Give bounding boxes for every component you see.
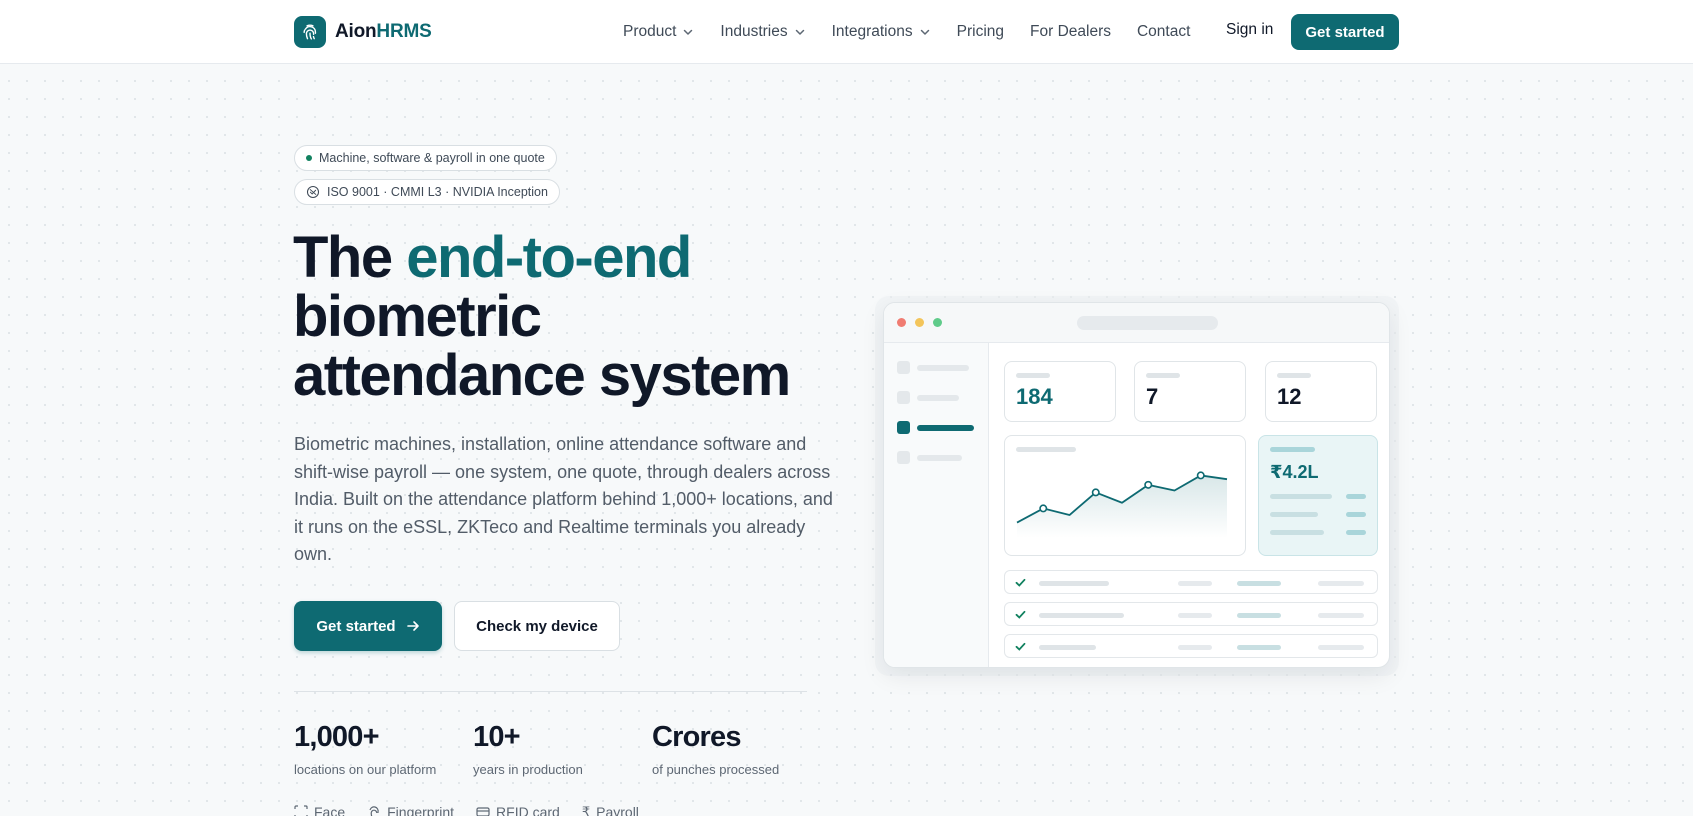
metric-card: 7 [1134,361,1246,422]
face-scan-icon [294,805,308,816]
check-icon [1015,642,1026,651]
metric-value: 12 [1277,384,1302,409]
maximize-dot-icon [933,318,942,327]
stat-value: 1,000+ [294,721,380,753]
nav-item-product[interactable]: Product [623,21,694,43]
stat-value: 10+ [473,721,521,753]
sidebar-item [897,391,959,404]
close-dot-icon [897,318,906,327]
brand-name: AionHRMS [335,21,432,42]
fingerprint-icon [369,806,379,816]
pill-text: Machine, software & payroll in one quote [319,151,545,165]
sign-in-link[interactable]: Sign in [1226,21,1273,39]
button-label: Get started [316,617,396,635]
metric-card: 12 [1265,361,1377,422]
chevron-down-icon [920,29,929,35]
address-bar [1077,316,1218,330]
nav-item-pricing[interactable]: Pricing [957,21,1004,43]
nav-label: Pricing [956,23,1005,40]
feature-face: Face [294,804,345,816]
trend-point [1039,504,1048,513]
nav-item-integrations[interactable]: Integrations [832,21,931,43]
payroll-total-card: ₹4.2L [1258,435,1378,556]
stat-value: Crores [652,721,741,753]
feature-rfid: RFID card [476,804,560,816]
nav-item-industries[interactable]: Industries [720,21,805,43]
fingerprint-logo-icon [294,16,326,48]
pill-text: ISO 9001 · CMMI L3 · NVIDIA Inception [327,185,548,199]
nav-label: For Dealers [1030,23,1111,40]
sidebar-item [897,451,962,464]
trend-point [1196,471,1205,480]
chevron-down-icon [684,29,693,35]
status-dot-icon [306,155,312,161]
chevron-down-icon [795,29,804,35]
arrow-right-icon [406,621,419,631]
dashboard-preview: 184 7 12 ₹4.2L [883,302,1390,668]
certification-pill: ISO 9001 · CMMI L3 · NVIDIA Inception [294,179,560,205]
check-my-device-button[interactable]: Check my device [454,601,620,651]
payroll-amount: ₹4.2L [1270,462,1319,482]
nav-item-contact[interactable]: Contact [1137,21,1190,43]
sidebar-item [897,361,969,374]
page-title: The end-to-end biometric attendance system [293,225,791,408]
attendance-row [1004,634,1378,658]
quote-pill: Machine, software & payroll in one quote [294,145,557,171]
stats-divider [294,691,807,692]
site-header: AionHRMS Product Industries Integrations… [0,0,1693,64]
stat-label: years in production [473,762,583,777]
minimize-dot-icon [915,318,924,327]
stat-years: 10+ years in production [473,720,583,777]
rupee-icon: ₹ [581,804,591,816]
attendance-row [1004,570,1378,594]
feature-payroll: ₹ Payroll [582,804,639,816]
nav-label: Integrations [831,23,913,40]
check-icon [1015,610,1026,619]
hero-description: Biometric machines, installation, online… [294,434,833,565]
nav-label: Industries [720,23,788,40]
attendance-row [1004,602,1378,626]
trend-chart-card [1004,435,1246,556]
metric-value: 184 [1016,384,1053,409]
preview-sidebar [884,343,989,667]
feature-fingerprint: Fingerprint [367,804,454,816]
stat-label: of punches processed [652,762,780,777]
get-started-button[interactable]: Get started [294,601,442,651]
metric-card: 184 [1004,361,1116,422]
trend-point [1091,488,1100,497]
brand-logo[interactable]: AionHRMS [294,16,432,48]
rfid-card-icon [476,807,490,816]
nav-label: Contact [1136,23,1191,40]
check-icon [1015,578,1026,587]
trend-chart [1016,471,1228,538]
metric-value: 7 [1146,384,1159,409]
stat-label: locations on our platform [294,762,437,777]
trend-point [1144,480,1153,489]
get-started-header-button[interactable]: Get started [1291,14,1399,50]
badge-check-icon [306,185,320,199]
main-nav: Product Industries Integrations Pricing … [623,21,1216,43]
window-titlebar [884,303,1389,343]
stat-locations: 1,000+ locations on our platform [294,720,436,777]
nav-label: Product [623,23,677,40]
feature-list: Face Fingerprint RFID card ₹ Payroll [294,804,639,816]
stat-punches: Crores of punches processed [652,720,779,777]
trend-area [1017,475,1227,538]
nav-item-for-dealers[interactable]: For Dealers [1030,21,1111,43]
sidebar-item-active [897,421,974,434]
